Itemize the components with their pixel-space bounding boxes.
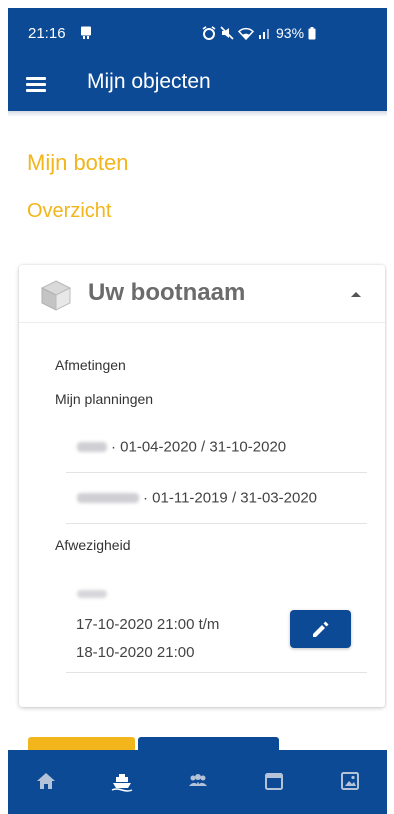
- alarm-icon: [202, 26, 216, 40]
- battery-percentage: 93%: [276, 25, 305, 41]
- notification-icon: [81, 26, 91, 39]
- status-time: 21:16: [28, 25, 66, 42]
- boat-card: Uw bootnaam Afmetingen Mijn planningen ·…: [19, 265, 385, 707]
- phone-screen: 21:16 93% Mijn objecten Mijn boten Overz…: [8, 8, 387, 814]
- pencil-icon: [313, 621, 329, 637]
- app-bar-title: Mijn objecten: [87, 70, 211, 93]
- boat-name: Uw bootnaam: [88, 279, 246, 306]
- absence-item: 17-10-2020 21:00 t/m 18-10-2020 21:00: [66, 571, 367, 673]
- page-subheading: Overzicht: [27, 200, 112, 222]
- chevron-up-icon[interactable]: [349, 289, 363, 299]
- dimensions-label[interactable]: Afmetingen: [55, 357, 126, 373]
- people-icon: [189, 774, 207, 786]
- planning-row[interactable]: · 01-11-2019 / 31-03-2020: [66, 474, 367, 524]
- home-icon: [37, 773, 55, 789]
- redacted-text: [77, 590, 107, 598]
- top-bar: 21:16 93% Mijn objecten: [8, 8, 387, 111]
- absence-label: Afwezigheid: [55, 537, 131, 553]
- nav-calendar[interactable]: [244, 750, 304, 814]
- nav-home[interactable]: [16, 750, 76, 814]
- app-bar-shadow: [8, 111, 387, 117]
- boat-card-header[interactable]: Uw bootnaam: [19, 265, 385, 323]
- calendar-icon: [265, 773, 283, 790]
- gallery-icon: [341, 772, 359, 790]
- page-heading: Mijn boten: [27, 150, 129, 175]
- absence-start: 17-10-2020 21:00 t/m: [76, 616, 220, 633]
- planning-row[interactable]: · 01-04-2020 / 31-10-2020: [66, 423, 367, 473]
- nav-boats[interactable]: [92, 750, 152, 814]
- battery-icon: [308, 26, 316, 39]
- nav-people[interactable]: [168, 750, 228, 814]
- planning-range: · 01-11-2019 / 31-03-2020: [143, 489, 318, 507]
- redacted-text: [77, 492, 139, 503]
- cube-icon: [40, 280, 72, 311]
- wifi-icon: [238, 27, 254, 40]
- mute-icon: [220, 26, 234, 40]
- planning-range: · 01-04-2020 / 31-10-2020: [111, 438, 287, 456]
- status-icons: 93%: [202, 25, 316, 41]
- edit-absence-button[interactable]: [290, 610, 351, 648]
- redacted-text: [77, 441, 107, 452]
- status-bar: 21:16 93%: [8, 8, 387, 54]
- signal-icon: [259, 29, 269, 39]
- hamburger-menu-icon[interactable]: [26, 77, 48, 93]
- plannings-label: Mijn planningen: [55, 391, 154, 407]
- boat-icon: [111, 774, 133, 792]
- absence-end: 18-10-2020 21:00: [76, 644, 195, 661]
- bottom-navigation: [8, 750, 387, 814]
- nav-gallery[interactable]: [320, 750, 380, 814]
